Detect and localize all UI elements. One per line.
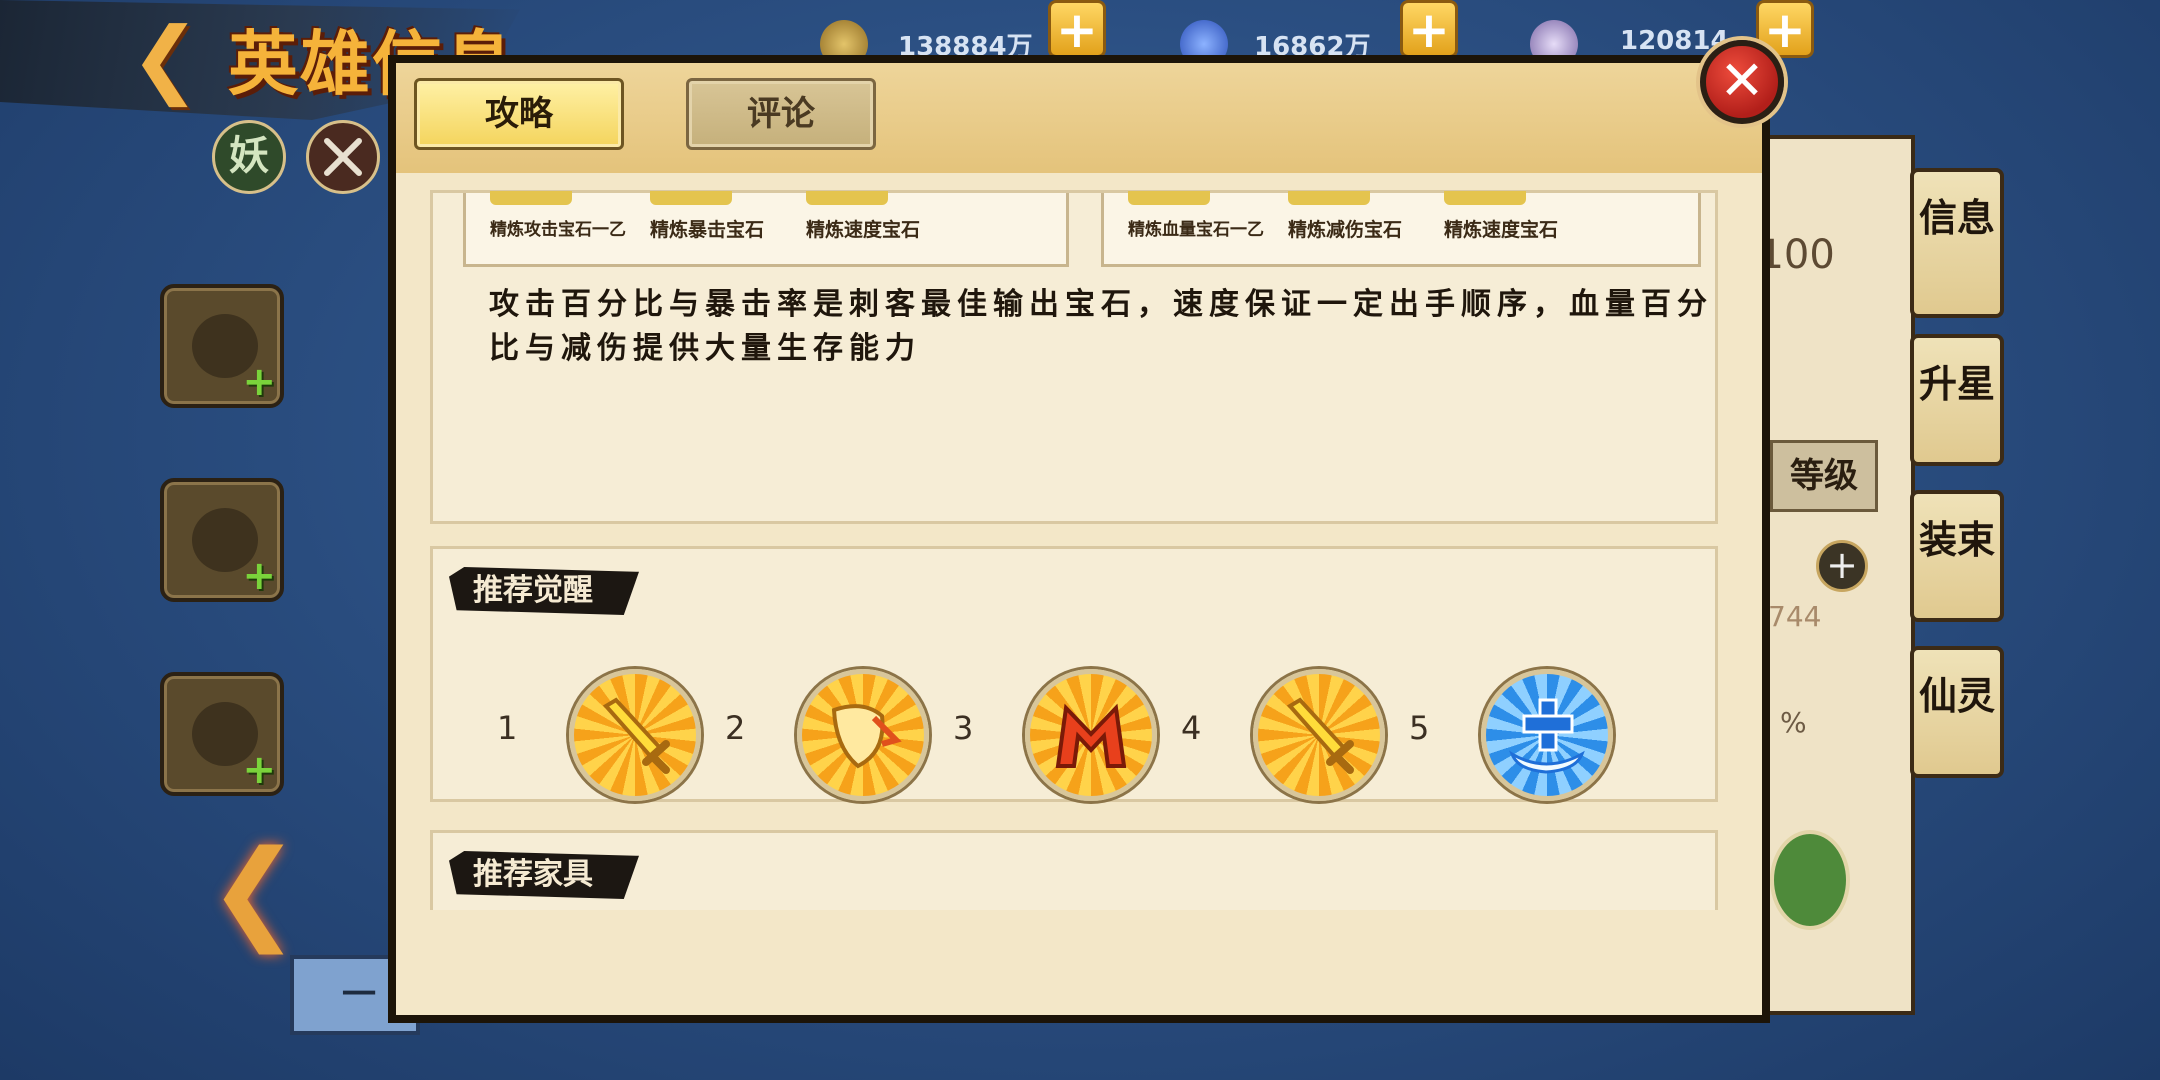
step-number: 3	[953, 709, 974, 747]
back-arrow-icon[interactable]: ❮	[130, 16, 220, 100]
stat-value: 744	[1768, 600, 1822, 633]
furniture-card: 推荐家具	[430, 830, 1718, 910]
equipment-slot[interactable]: +	[160, 672, 284, 796]
step-number: 1	[497, 709, 518, 747]
previous-hero-chevron-icon[interactable]: ❮	[208, 835, 300, 945]
gem-set-frame: 精炼血量宝石一乙 精炼减伤宝石 精炼速度宝石	[1101, 191, 1701, 267]
close-button[interactable]: ✕	[1700, 40, 1784, 124]
add-soul-fire-button[interactable]: +	[1400, 0, 1458, 58]
section-title: 推荐家具	[449, 851, 639, 899]
gem-recommendation-card: 精炼攻击宝石一乙 精炼暴击宝石 精炼速度宝石 精炼血量宝石一乙 精炼减伤宝石 精…	[430, 190, 1718, 524]
tab-strategy[interactable]: 攻略	[414, 78, 624, 150]
rage-m-icon[interactable]	[1025, 669, 1157, 801]
step-number: 5	[1409, 709, 1430, 747]
step-number: 4	[1181, 709, 1202, 747]
gem-label: 精炼攻击宝石一乙	[490, 220, 626, 240]
add-icon: +	[242, 747, 276, 793]
shield-break-icon[interactable]	[797, 669, 929, 801]
gem-label: 精炼血量宝石一乙	[1128, 220, 1264, 240]
gem-set-frame: 精炼攻击宝石一乙 精炼暴击宝石 精炼速度宝石	[463, 191, 1069, 267]
side-tab-info[interactable]: 信息	[1910, 168, 2004, 318]
heal-plus-icon[interactable]	[1481, 669, 1613, 801]
side-tab-spirit[interactable]: 仙灵	[1910, 646, 2004, 778]
gem-label: 精炼暴击宝石	[650, 219, 765, 241]
add-icon: +	[242, 359, 276, 405]
stat-percent: %	[1780, 706, 1807, 739]
kunai-icon[interactable]	[306, 120, 380, 194]
tab-comments[interactable]: 评论	[686, 78, 876, 150]
gem-label: 精炼速度宝石	[1444, 219, 1559, 241]
gem-label: 精炼速度宝石	[806, 219, 921, 241]
side-tab-star-up[interactable]: 升星	[1910, 334, 2004, 466]
gem-description: 攻击百分比与暴击率是刺客最佳输出宝石，速度保证一定出手顺序，血量百分比与减伤提供…	[489, 287, 1713, 366]
awakening-card: 推荐觉醒 1 2 3 4 5	[430, 546, 1718, 802]
gem-label: 精炼减伤宝石	[1288, 219, 1403, 241]
side-tab-outfit[interactable]: 装束	[1910, 490, 2004, 622]
equipment-slot[interactable]: +	[160, 284, 284, 408]
equipment-slot[interactable]: +	[160, 478, 284, 602]
add-icon: +	[242, 553, 276, 599]
level-button[interactable]: 等级	[1770, 440, 1878, 512]
sword-upgrade-icon[interactable]	[1253, 669, 1385, 801]
sword-upgrade-icon[interactable]	[569, 669, 701, 801]
add-coin-button[interactable]: +	[1048, 0, 1106, 58]
section-title: 推荐觉醒	[449, 567, 639, 615]
add-button[interactable]: +	[1816, 540, 1868, 592]
spirit-avatar[interactable]	[1770, 830, 1850, 930]
step-number: 2	[725, 709, 746, 747]
strategy-scroll-area[interactable]: 精炼攻击宝石一乙 精炼暴击宝石 精炼速度宝石 精炼血量宝石一乙 精炼减伤宝石 精…	[420, 190, 1740, 910]
yao-badge[interactable]: 妖	[212, 120, 286, 194]
